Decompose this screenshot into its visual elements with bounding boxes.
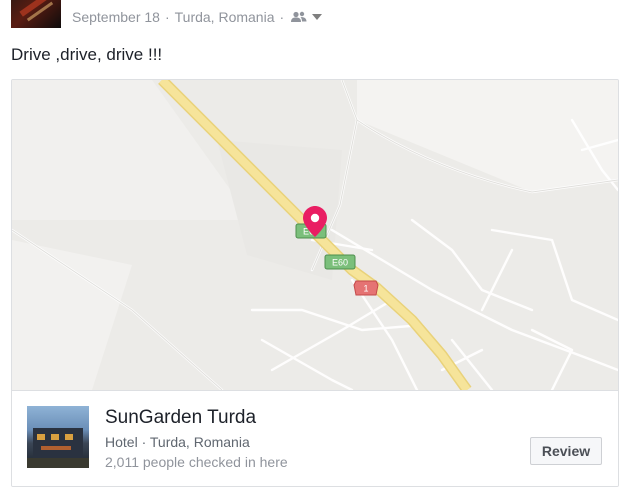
svg-text:E60: E60 [332,258,348,268]
place-category: Hotel · Turda, Romania [105,434,250,450]
meta-separator: · [164,9,170,25]
road-shield-1: 1 [353,280,379,296]
chevron-down-icon[interactable] [312,13,323,21]
friends-icon[interactable] [291,11,307,23]
map[interactable]: E60 E60 1 [12,80,618,390]
post-date[interactable]: September 18 [72,9,160,25]
place-info: SunGarden Turda Hotel · Turda, Romania 2… [12,390,618,486]
place-thumbnail[interactable] [27,406,89,468]
place-checkins: 2,011 people checked in here [105,454,288,470]
place-card[interactable]: E60 E60 1 SunGarden Turda Hotel · Turda,… [11,79,619,487]
post-meta: September 18 · Turda, Romania · [72,9,323,25]
review-button[interactable]: Review [530,437,602,465]
place-name[interactable]: SunGarden Turda [105,407,256,429]
post-location[interactable]: Turda, Romania [175,9,275,25]
map-canvas: E60 E60 1 [12,80,618,390]
meta-separator-2: · [279,9,285,25]
road-shield-e60-2: E60 [324,254,356,270]
post-text: Drive ,drive, drive !!! [11,45,163,64]
svg-text:1: 1 [363,284,368,294]
avatar[interactable] [11,0,61,28]
